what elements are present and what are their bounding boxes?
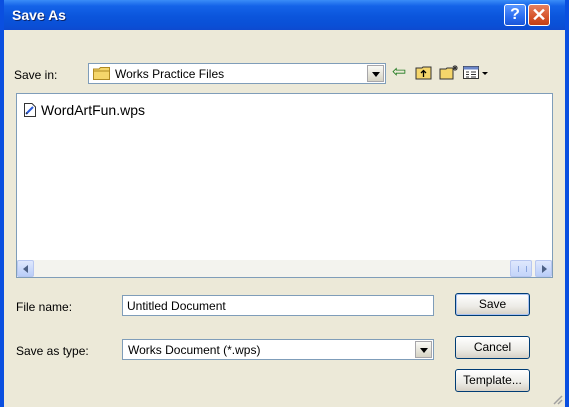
close-button[interactable]: ✕ [528,4,550,26]
save-in-value: Works Practice Files [115,67,225,81]
save-as-dialog: Save As ? ✕ Save in: Works Practice File… [0,0,569,407]
save-button[interactable]: Save [455,293,530,316]
back-arrow-glyph: ⇦ [392,62,407,81]
up-folder-svg [415,66,432,80]
cancel-button[interactable]: Cancel [455,336,530,359]
file-list[interactable]: WordArtFun.wps [16,93,553,278]
list-item[interactable]: WordArtFun.wps [23,102,145,118]
new-folder-svg [439,65,458,80]
file-name-field[interactable]: Untitled Document [122,295,434,316]
save-in-dropdown[interactable]: Works Practice Files [88,63,386,84]
window-title: Save As [12,7,66,23]
save-as-type-value: Works Document (*.wps) [128,343,261,357]
chevron-down-icon[interactable] [367,65,384,82]
view-menu-icon[interactable] [462,64,492,82]
chevron-down-icon[interactable] [415,341,432,358]
save-as-type-dropdown[interactable]: Works Document (*.wps) [122,339,434,360]
chevron-left-icon [23,265,28,273]
folder-icon [93,67,110,80]
scroll-left-button[interactable] [17,260,34,277]
back-arrow-icon[interactable]: ⇦ [390,62,410,82]
file-name-text: WordArtFun.wps [41,102,145,118]
help-button[interactable]: ? [504,4,526,26]
new-folder-icon[interactable] [438,64,458,82]
view-menu-svg [463,66,488,79]
scroll-right-button[interactable] [535,260,552,277]
save-in-label: Save in: [14,68,58,82]
close-icon: ✕ [531,5,547,25]
title-bar[interactable]: Save As ? ✕ [4,0,565,30]
file-name-value: Untitled Document [127,299,226,313]
save-as-type-label: Save as type: [16,344,89,358]
file-name-label: File name: [16,300,73,314]
resize-grip-icon[interactable] [551,393,563,405]
document-icon [24,103,36,117]
up-folder-icon[interactable] [414,64,434,82]
scroll-thumb[interactable] [510,260,532,277]
template-button[interactable]: Template... [455,369,530,392]
horizontal-scrollbar[interactable] [17,260,552,277]
help-icon: ? [510,6,520,23]
chevron-right-icon [542,265,547,273]
